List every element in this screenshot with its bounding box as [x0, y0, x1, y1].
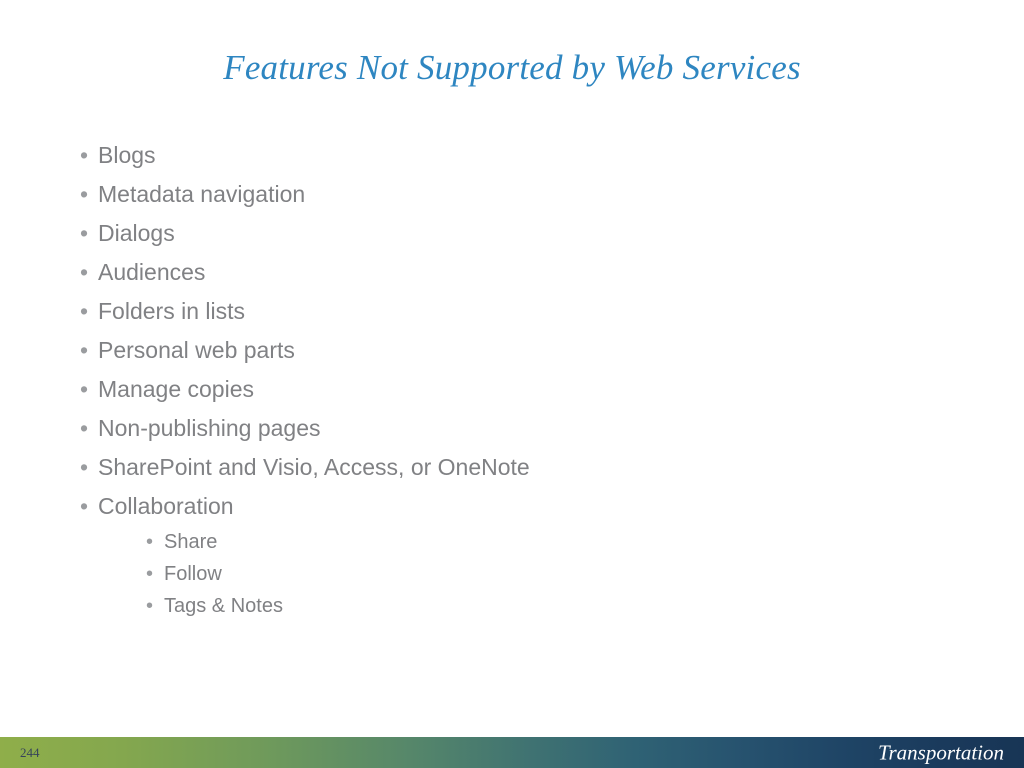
bullet-marker: • — [80, 181, 89, 207]
bullet-label: Tags & Notes — [164, 595, 283, 617]
bullet-list-container: • Blogs • Metadata navigation • Dialogs • Audie… — [72, 136, 952, 622]
bullet-label: Non-publishing pages — [98, 415, 321, 441]
sub-bullet-item: • Follow — [98, 558, 952, 590]
bullet-item: • Dialogs — [72, 214, 952, 253]
bullet-label: Manage copies — [98, 376, 254, 402]
bullet-marker: • — [146, 563, 154, 585]
bullet-marker: • — [146, 595, 154, 617]
bullet-label: Audiences — [98, 259, 206, 285]
footer-label: Transportation — [877, 740, 1004, 764]
bullet-marker: • — [80, 142, 89, 168]
bullet-label: Follow — [164, 563, 222, 585]
bullet-marker: • — [80, 415, 89, 441]
bullet-item: • Metadata navigation — [72, 175, 952, 214]
bullet-label: Personal web parts — [98, 337, 295, 363]
sub-bullet-list: • Share • Follow • Tags & Notes — [98, 526, 952, 622]
slide: Features Not Supported by Web Services •… — [0, 0, 1024, 768]
bullet-item: • Folders in lists — [72, 292, 952, 331]
bullet-marker: • — [80, 337, 89, 363]
bullet-marker: • — [80, 298, 89, 324]
bullet-item: • SharePoint and Visio, Access, or OneNot… — [72, 448, 952, 487]
bullet-marker: • — [80, 454, 89, 480]
bullet-label: Blogs — [98, 142, 156, 168]
bullet-label: Metadata navigation — [98, 181, 306, 207]
page-number: 244 — [20, 744, 40, 760]
bullet-marker: • — [80, 220, 89, 246]
bullet-label: Dialogs — [98, 220, 175, 246]
bullet-marker: • — [80, 376, 89, 402]
page-title: Features Not Supported by Web Services — [223, 48, 801, 87]
bullet-label: Share — [164, 531, 218, 553]
bullet-item: • Personal web parts — [72, 331, 952, 370]
bullet-item: • Manage copies — [72, 370, 952, 409]
bullet-item: • Audiences — [72, 253, 952, 292]
sub-bullet-item: • Share — [98, 526, 952, 558]
footer-bar: 244 Transportation — [0, 737, 1024, 768]
sub-bullet-item: • Tags & Notes — [98, 590, 952, 622]
bullet-marker: • — [80, 259, 89, 285]
bullet-item: • Non-publishing pages — [72, 409, 952, 448]
bullet-item: • Blogs — [72, 136, 952, 175]
bullet-marker: • — [80, 493, 89, 519]
bullet-label: SharePoint and Visio, Access, or OneNote — [98, 454, 530, 480]
bullet-list: • Blogs • Metadata navigation • Dialogs • Audie… — [72, 136, 952, 622]
bullet-label: Collaboration — [98, 493, 234, 519]
bullet-item: • Collaboration • Share • Follow • Tags & Notes — [72, 487, 952, 622]
bullet-label: Folders in lists — [98, 298, 245, 324]
bullet-marker: • — [146, 531, 154, 553]
